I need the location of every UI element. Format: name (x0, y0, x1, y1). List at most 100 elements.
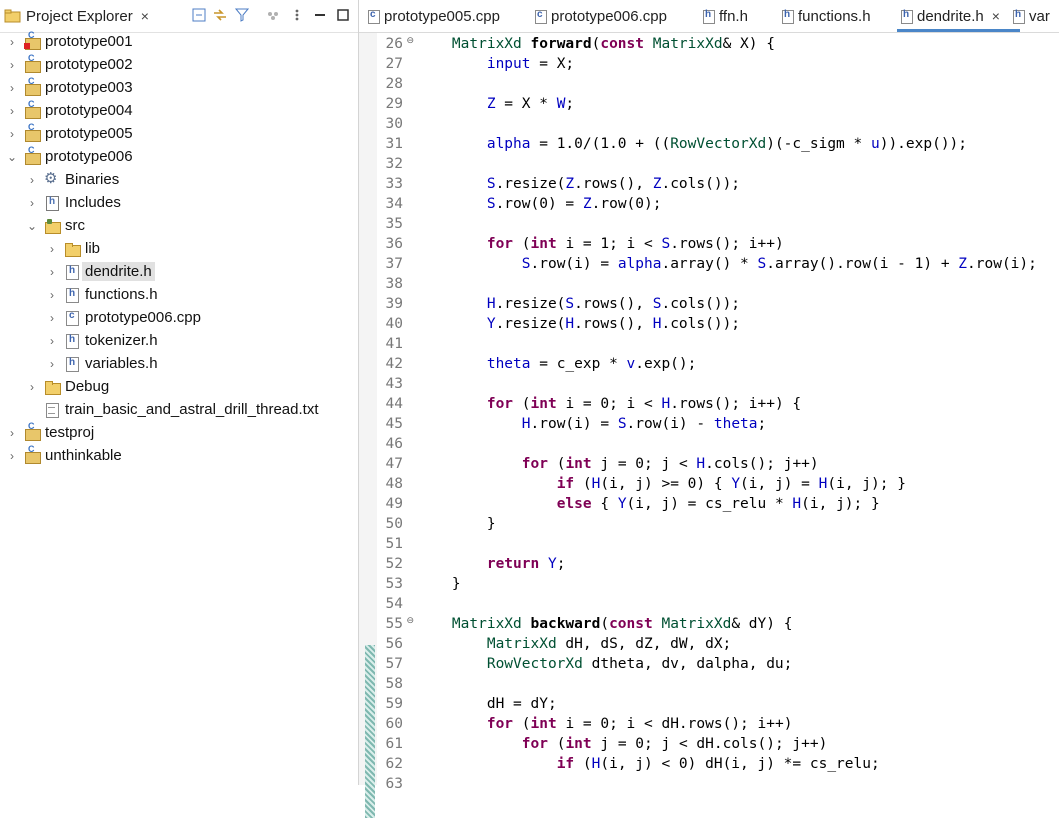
code-line[interactable]: alpha = 1.0/(1.0 + ((RowVectorXd)(-c_sig… (417, 134, 967, 154)
tree-item-prototype001[interactable]: › prototype001 (6, 30, 133, 53)
code-token: H (486, 296, 496, 312)
chevron-right-icon[interactable]: › (46, 334, 58, 348)
code-line[interactable]: if (H(i, j) >= 0) { Y(i, j) = H(i, j); } (417, 474, 906, 494)
tree-item-functions-h[interactable]: › functions.h (46, 283, 158, 306)
code-line[interactable]: MatrixXd dH, dS, dZ, dW, dX; (417, 634, 731, 654)
view-menu-icon[interactable] (288, 6, 306, 24)
code-line[interactable]: Z = X * W; (417, 94, 574, 114)
line-number: 52 (385, 556, 403, 572)
code-line[interactable]: } (417, 514, 496, 534)
editor-tab-var[interactable]: var (1012, 0, 1050, 32)
fold-collapse-icon[interactable]: ⊖ (406, 35, 414, 46)
filter-icon[interactable] (233, 6, 251, 24)
chevron-right-icon[interactable]: › (6, 127, 18, 141)
line-number: 55 (385, 616, 403, 632)
maximize-icon[interactable] (334, 6, 352, 24)
code-line[interactable]: H.resize(S.rows(), S.cols()); (417, 294, 740, 314)
code-line[interactable]: S.resize(Z.rows(), Z.cols()); (417, 174, 740, 194)
tree-item-lib[interactable]: › lib (46, 237, 100, 260)
chevron-right-icon[interactable]: › (6, 104, 18, 118)
tree-item-train-basic-and-astral-drill-thread-txt[interactable]: train_basic_and_astral_drill_thread.txt (26, 398, 318, 421)
code-token: H (696, 456, 706, 472)
tree-item-variables-h[interactable]: › variables.h (46, 352, 158, 375)
chevron-right-icon[interactable]: › (6, 426, 18, 440)
tree-item-prototype006[interactable]: ⌄ prototype006 (6, 145, 133, 168)
chevron-right-icon[interactable]: › (26, 196, 38, 210)
tree-item-prototype002[interactable]: › prototype002 (6, 53, 133, 76)
code-line[interactable]: if (H(i, j) < 0) dH(i, j) *= cs_relu; (417, 754, 880, 774)
code-line[interactable]: for (int i = 1; i < S.rows(); i++) (417, 234, 784, 254)
chevron-right-icon[interactable]: › (46, 242, 58, 256)
chevron-down-icon[interactable]: ⌄ (26, 219, 38, 233)
chevron-right-icon[interactable]: › (26, 173, 38, 187)
chevron-right-icon[interactable]: › (6, 35, 18, 49)
tree-item-unthinkable[interactable]: › unthinkable (6, 444, 122, 467)
code-text-area[interactable]: MatrixXd forward(const MatrixXd& X) { in… (417, 33, 1059, 785)
close-icon[interactable]: × (992, 8, 1000, 24)
chevron-right-icon[interactable]: › (26, 380, 38, 394)
tree-item-prototype003[interactable]: › prototype003 (6, 76, 133, 99)
code-line[interactable]: dH = dY; (417, 694, 557, 714)
tree-item-prototype005[interactable]: › prototype005 (6, 122, 133, 145)
link-with-editor-icon[interactable] (211, 6, 229, 24)
tree-item-tokenizer-h[interactable]: › tokenizer.h (46, 329, 158, 352)
tree-item-includes[interactable]: › Includes (26, 191, 121, 214)
tree-item-prototype004[interactable]: › prototype004 (6, 99, 133, 122)
project-explorer-tab[interactable]: Project Explorer × (0, 0, 149, 32)
tree-item-prototype006-cpp[interactable]: › prototype006.cpp (46, 306, 201, 329)
line-number: 33 (385, 176, 403, 192)
code-line[interactable]: RowVectorXd dtheta, dv, dalpha, du; (417, 654, 793, 674)
code-line[interactable]: theta = c_exp * v.exp(); (417, 354, 697, 374)
chevron-right-icon[interactable]: › (46, 265, 58, 279)
code-token: = X; (530, 56, 575, 72)
code-line[interactable]: Y.resize(H.rows(), H.cols()); (417, 314, 740, 334)
fold-collapse-icon[interactable]: ⊖ (406, 615, 414, 626)
tree-item-debug[interactable]: › Debug (26, 375, 109, 398)
minimize-icon[interactable] (311, 6, 329, 24)
code-line[interactable]: H.row(i) = S.row(i) - theta; (417, 414, 766, 434)
header-file-icon (64, 287, 80, 303)
active-tab-indicator (897, 29, 1020, 32)
code-token: (i, j) = (740, 476, 819, 492)
close-icon[interactable]: × (141, 8, 149, 24)
chevron-right-icon[interactable]: › (6, 58, 18, 72)
code-line[interactable]: S.row(i) = alpha.array() * S.array().row… (417, 254, 1037, 274)
code-line[interactable]: input = X; (417, 54, 574, 74)
code-line[interactable]: for (int i = 0; i < H.rows(); i++) { (417, 394, 801, 414)
chevron-right-icon[interactable]: › (6, 449, 18, 463)
code-line[interactable]: for (int j = 0; j < dH.cols(); j++) (417, 734, 828, 754)
editor-tab-label: functions.h (798, 7, 871, 25)
editor-tab-ffn-h[interactable]: ffn.h (702, 0, 748, 32)
tree-item-testproj[interactable]: › testproj (6, 421, 94, 444)
tree-item-src[interactable]: ⌄ src (26, 214, 85, 237)
editor-tab-dendrite-h[interactable]: dendrite.h × (897, 0, 1020, 32)
chevron-right-icon[interactable]: › (46, 357, 58, 371)
tree-item-dendrite-h[interactable]: › dendrite.h (46, 260, 155, 283)
editor-tab-prototype005-cpp[interactable]: prototype005.cpp (367, 0, 500, 32)
code-line[interactable]: } (417, 574, 461, 594)
code-token: S (565, 296, 575, 312)
code-line[interactable]: S.row(0) = Z.row(0); (417, 194, 662, 214)
focus-icon[interactable] (264, 6, 282, 24)
chevron-right-icon[interactable]: › (46, 311, 58, 325)
code-line[interactable]: MatrixXd backward(const MatrixXd& dY) { (417, 614, 793, 634)
chevron-right-icon[interactable]: › (6, 81, 18, 95)
code-line[interactable]: MatrixXd forward(const MatrixXd& X) { (417, 34, 775, 54)
line-number-gutter: 26 ⊖ 27 28 29 30 31 32 33 34 35 36 37 38 39 40 41 42 43 44 4… (377, 33, 417, 792)
cpp-file-icon (64, 310, 80, 326)
code-line[interactable]: return Y; (417, 554, 566, 574)
chevron-down-icon[interactable]: ⌄ (6, 150, 18, 164)
editor-tab-functions-h[interactable]: functions.h (781, 0, 871, 32)
code-line[interactable]: for (int j = 0; j < H.cols(); j++) (417, 454, 819, 474)
code-line[interactable]: else { Y(i, j) = cs_relu * H(i, j); } (417, 494, 880, 514)
collapse-all-icon[interactable] (190, 6, 208, 24)
chevron-right-icon[interactable]: › (46, 288, 58, 302)
code-token: backward (530, 616, 601, 632)
editor-tab-prototype006-cpp[interactable]: prototype006.cpp (534, 0, 667, 32)
header-file-icon (702, 9, 716, 24)
code-line[interactable]: for (int i = 0; i < dH.rows(); i++) (417, 714, 793, 734)
tree-item-binaries[interactable]: › Binaries (26, 168, 119, 191)
